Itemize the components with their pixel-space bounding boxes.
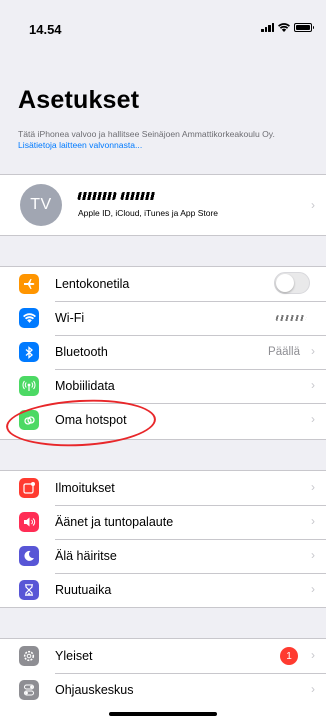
supervision-text: Tätä iPhonea valvoo ja hallitsee Seinäjo… (18, 129, 275, 139)
row-label: Bluetooth (55, 345, 108, 359)
airplane-icon (19, 274, 39, 294)
row-label: Ilmoitukset (55, 481, 115, 495)
status-bar: 14.54 (0, 0, 326, 40)
supervision-notice: Tätä iPhonea valvoo ja hallitsee Seinäjo… (18, 129, 310, 151)
chevron-right-icon: › (311, 582, 315, 596)
sound-icon (19, 512, 39, 532)
chevron-right-icon: › (311, 682, 315, 696)
row-screen-time[interactable]: Ruutuaika › (0, 573, 326, 607)
status-icons (261, 23, 314, 32)
row-label: Yleiset (55, 649, 93, 663)
row-label: Äänet ja tuntopalaute (55, 515, 174, 529)
chevron-right-icon: › (311, 480, 315, 494)
row-label: Mobiilidata (55, 379, 115, 393)
antenna-icon (19, 376, 39, 396)
hourglass-icon (19, 580, 39, 600)
bluetooth-icon (19, 342, 39, 362)
status-time: 14.54 (29, 22, 62, 37)
row-mobile-data[interactable]: Mobiilidata › (0, 369, 326, 403)
supervision-info-link[interactable]: Lisätietoja laitteen valvonnasta... (18, 140, 142, 150)
general-group: Yleiset 1 › Ohjauskeskus › (0, 638, 326, 718)
row-wifi[interactable]: Wi-Fi (0, 301, 326, 335)
chevron-right-icon: › (311, 344, 315, 358)
row-label: Wi-Fi (55, 311, 85, 325)
moon-icon (19, 546, 39, 566)
chevron-right-icon: › (311, 412, 315, 426)
home-indicator[interactable] (109, 712, 217, 716)
profile-subtitle: Apple ID, iCloud, iTunes ja App Store (78, 208, 219, 218)
gear-icon (19, 646, 39, 666)
notifications-icon (19, 478, 39, 498)
wifi-status-icon (278, 23, 290, 32)
row-label: Älä häiritse (55, 549, 117, 563)
wifi-network-redacted (275, 315, 307, 321)
avatar: TV (20, 184, 62, 226)
chevron-right-icon: › (311, 198, 315, 212)
row-do-not-disturb[interactable]: Älä häiritse › (0, 539, 326, 573)
profile-name-redacted (77, 189, 156, 203)
airplane-mode-toggle[interactable] (274, 272, 310, 294)
bluetooth-status-value: Päällä (268, 346, 300, 358)
cellular-signal-icon (261, 23, 274, 32)
notifications-group: Ilmoitukset › Äänet ja tuntopalaute › Äl… (0, 470, 326, 608)
row-general[interactable]: Yleiset 1 › (0, 639, 326, 673)
row-control-centre[interactable]: Ohjauskeskus › (0, 673, 326, 707)
row-airplane-mode[interactable]: Lentokonetila (0, 267, 326, 301)
row-bluetooth[interactable]: Bluetooth Päällä › (0, 335, 326, 369)
apple-id-profile-row[interactable]: TV Apple ID, iCloud, iTunes ja App Store… (0, 174, 326, 236)
row-label: Ruutuaika (55, 583, 112, 597)
update-badge: 1 (280, 647, 298, 665)
row-label: Ohjauskeskus (55, 683, 134, 697)
row-notifications[interactable]: Ilmoitukset › (0, 471, 326, 505)
chevron-right-icon: › (311, 648, 315, 662)
battery-icon (294, 23, 314, 32)
chevron-right-icon: › (311, 378, 315, 392)
switches-icon (19, 680, 39, 700)
row-label: Lentokonetila (55, 277, 130, 291)
row-sounds[interactable]: Äänet ja tuntopalaute › (0, 505, 326, 539)
chevron-right-icon: › (311, 548, 315, 562)
wifi-icon (19, 308, 39, 328)
page-title: Asetukset (18, 86, 140, 114)
chevron-right-icon: › (311, 514, 315, 528)
